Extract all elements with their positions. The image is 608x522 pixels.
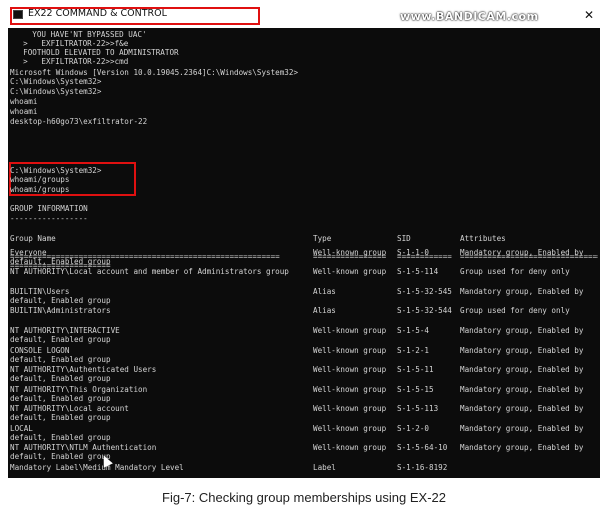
group-attributes-continuation: default, Enabled group bbox=[10, 374, 111, 383]
group-type-cell: Well-known group bbox=[313, 443, 387, 452]
group-name-cell: BUILTIN\Administrators bbox=[10, 306, 111, 315]
group-sid-cell: S-1-2-1 bbox=[397, 346, 430, 355]
close-icon[interactable]: ✕ bbox=[584, 8, 594, 22]
group-type-cell: Well-known group bbox=[313, 404, 387, 413]
group-sid-cell: S-1-5-114 bbox=[397, 267, 439, 276]
terminal-window: EX22 COMMAND & CONTROL www.BANDICAM.com … bbox=[8, 6, 600, 478]
title-bar[interactable]: EX22 COMMAND & CONTROL www.BANDICAM.com … bbox=[8, 6, 600, 28]
group-attributes-cell: Mandatory group, Enabled by bbox=[460, 385, 584, 394]
group-type-cell: Well-known group bbox=[313, 424, 387, 433]
console-line: FOOTHOLD ELEVATED TO ADMINISTRATOR bbox=[14, 48, 179, 57]
group-type-cell: Well-known group bbox=[313, 365, 387, 374]
group-type-cell: Well-known group bbox=[313, 385, 387, 394]
group-name-cell: NT AUTHORITY\NTLM Authentication bbox=[10, 443, 157, 452]
group-attributes-cell: Mandatory group, Enabled by bbox=[460, 424, 584, 433]
header-group-name: Group Name bbox=[10, 234, 56, 243]
group-attributes-cell: Group used for deny only bbox=[460, 267, 570, 276]
group-attributes-continuation: default, Enabled group bbox=[10, 452, 111, 461]
figure-caption: Fig-7: Checking group memberships using … bbox=[162, 490, 446, 505]
group-name-cell: Mandatory Label\Medium Mandatory Level bbox=[10, 463, 184, 472]
group-sid-cell: S-1-2-0 bbox=[397, 424, 430, 433]
header-sid: SID bbox=[397, 234, 411, 243]
group-sid-cell: S-1-5-113 bbox=[397, 404, 439, 413]
group-type-cell: Alias bbox=[313, 306, 336, 315]
console-line: desktop-h60go73\exfiltrator-22 bbox=[10, 117, 148, 126]
group-attributes-continuation: default, Enabled group bbox=[10, 433, 111, 442]
console-output[interactable]: YOU HAVE'NT BYPASSED UAC' > EXFILTRATOR-… bbox=[8, 28, 600, 478]
group-sid-cell: S-1-5-64-10 bbox=[397, 443, 448, 452]
section-title: GROUP INFORMATION bbox=[10, 204, 88, 213]
group-sid-cell: S-1-5-32-544 bbox=[397, 306, 452, 315]
group-type-cell: Label bbox=[313, 463, 336, 472]
console-line: whoami/groups bbox=[10, 175, 70, 184]
console-icon bbox=[13, 10, 23, 19]
group-attributes-cell: Group used for deny only bbox=[460, 306, 570, 315]
group-type-cell: Well-known group bbox=[313, 326, 387, 335]
group-name-cell: LOCAL bbox=[10, 424, 33, 433]
group-name-cell: NT AUTHORITY\Authenticated Users bbox=[10, 365, 157, 374]
group-name-cell: NT AUTHORITY\Local account bbox=[10, 404, 129, 413]
group-attributes-cell: Mandatory group, Enabled by bbox=[460, 346, 584, 355]
group-attributes-cell: Mandatory group, Enabled by bbox=[460, 365, 584, 374]
group-name-cell: BUILTIN\Users bbox=[10, 287, 70, 296]
group-attributes-continuation: default, Enabled group bbox=[10, 355, 111, 364]
group-sid-cell: S-1-16-8192 bbox=[397, 463, 448, 472]
console-line: C:\Windows\System32> bbox=[10, 166, 102, 175]
group-type-cell: Well-known group bbox=[313, 248, 387, 257]
section-rule: ----------------- bbox=[10, 214, 88, 223]
header-type: Type bbox=[313, 234, 332, 243]
group-sid-cell: S-1-5-4 bbox=[397, 326, 430, 335]
group-name-cell: Everyone bbox=[10, 248, 47, 257]
group-type-cell: Well-known group bbox=[313, 267, 387, 276]
group-name-cell: NT AUTHORITY\This Organization bbox=[10, 385, 148, 394]
group-attributes-continuation: default, Enabled group bbox=[10, 335, 111, 344]
group-attributes-cell: Mandatory group, Enabled by bbox=[460, 248, 584, 257]
group-attributes-continuation: default, Enabled group bbox=[10, 394, 111, 403]
group-sid-cell: S-1-5-15 bbox=[397, 385, 434, 394]
console-line: Microsoft Windows [Version 10.0.19045.23… bbox=[10, 68, 299, 77]
console-line: YOU HAVE'NT BYPASSED UAC' bbox=[14, 30, 147, 39]
group-name-cell: NT AUTHORITY\Local account and member of… bbox=[10, 267, 289, 276]
group-attributes-cell: Mandatory group, Enabled by bbox=[460, 287, 584, 296]
group-attributes-cell: Mandatory group, Enabled by bbox=[460, 404, 584, 413]
group-name-cell: NT AUTHORITY\INTERACTIVE bbox=[10, 326, 120, 335]
group-type-cell: Well-known group bbox=[313, 346, 387, 355]
watermark: www.BANDICAM.com bbox=[400, 10, 539, 23]
console-line: whoami/groups bbox=[10, 185, 70, 194]
console-line: C:\Windows\System32> bbox=[10, 77, 102, 86]
console-line: C:\Windows\System32> bbox=[10, 87, 102, 96]
group-attributes-continuation: default, Enabled group bbox=[10, 257, 111, 266]
group-attributes-cell: Mandatory group, Enabled by bbox=[460, 443, 584, 452]
group-attributes-continuation: default, Enabled group bbox=[10, 296, 111, 305]
console-line: > EXFILTRATOR-22>>cmd bbox=[14, 57, 129, 66]
console-line: whoami bbox=[10, 97, 38, 106]
window-title: EX22 COMMAND & CONTROL bbox=[28, 8, 167, 19]
group-sid-cell: S-1-5-32-545 bbox=[397, 287, 452, 296]
console-line: whoami bbox=[10, 107, 38, 116]
group-sid-cell: S-1-5-11 bbox=[397, 365, 434, 374]
group-attributes-continuation: default, Enabled group bbox=[10, 413, 111, 422]
group-name-cell: CONSOLE LOGON bbox=[10, 346, 70, 355]
group-type-cell: Alias bbox=[313, 287, 336, 296]
group-attributes-cell: Mandatory group, Enabled by bbox=[460, 326, 584, 335]
console-line: > EXFILTRATOR-22>>f&e bbox=[14, 39, 129, 48]
group-sid-cell: S-1-1-0 bbox=[397, 248, 430, 257]
header-attributes: Attributes bbox=[460, 234, 506, 243]
